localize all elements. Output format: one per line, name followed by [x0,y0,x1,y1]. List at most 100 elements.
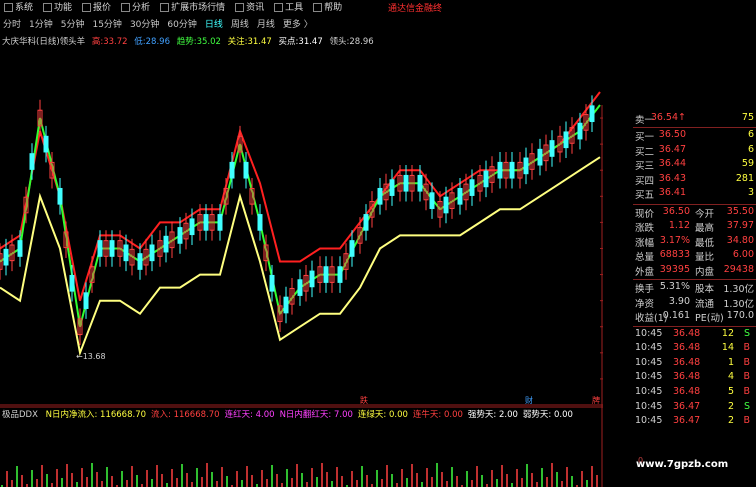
candle-body [177,227,183,244]
ddx-info-line: 极品DDX N日内净流入: 116668.70 流入: 116668.70 连红天:… [2,408,578,420]
menu-item-7[interactable]: 帮助 [313,0,342,13]
menu-item-label: 帮助 [324,3,343,13]
menu-item-label: 资讯 [246,3,265,13]
ddx-items: N日内净流入: 116668.70 流入: 116668.70 连红天: 4.00 N… [46,410,578,420]
candle-body [3,248,9,266]
menu-icon [82,3,92,12]
ddx-item-5: 连牛天: 0.00 [412,410,463,420]
tick-row: 10:45 36.48 14 B [633,342,756,357]
menu-bar: 系统 功能 报价 分析 扩展市场行情 资讯 工具 帮助 [0,0,430,13]
buy-price: 36.41 [658,187,686,198]
period-tab-6[interactable]: 日线 [205,17,223,30]
fin-label-2: 流通 [695,298,715,310]
tick-price: 36.48 [673,371,701,383]
stat-label-2: 今开 [695,208,715,220]
candle-body [497,161,503,179]
tick-flag: B [743,385,750,397]
menu-item-0[interactable]: 系统 [4,0,33,13]
candle-body [57,187,63,205]
tick-price: 36.47 [673,415,701,427]
tick-time: 10:45 [635,400,663,412]
tick-row: 10:45 36.48 12 S [633,328,756,343]
menu-icon [43,3,53,12]
candle-body [283,296,289,314]
menu-item-3[interactable]: 分析 [121,0,150,13]
low-price-marker: ←13.68 [76,352,106,361]
menu-icon [274,3,284,12]
buy-price: 36.43 [658,172,686,184]
divider [633,127,756,128]
fin-value: 3.90 [668,295,690,307]
stat-label: 涨幅 [635,237,655,249]
tick-time: 10:45 [635,371,663,383]
menu-item-label: 扩展市场行情 [171,3,226,13]
stat-value-2: 6.00 [732,249,754,260]
candle-body [297,279,303,296]
buy-label: 买一 [635,132,655,143]
chart-plot-area: 32.0030.0028.0026.0024.0022.0020.0018.00… [0,91,663,487]
tick-price: 36.47 [673,400,701,412]
period-tab-1[interactable]: 1分钟 [29,17,53,30]
stat-value: 68833 [659,249,690,260]
period-tab-9[interactable]: 更多 〉 [283,17,313,30]
candle-body [83,292,89,309]
ddx-item-1: 流入: 116668.70 [151,410,220,420]
tick-price: 36.48 [673,385,701,397]
candle-body [443,196,449,214]
candle-body [43,135,49,153]
period-tab-5[interactable]: 60分钟 [167,17,196,30]
period-tab-7[interactable]: 周线 [231,17,249,30]
stat-value-2: 37.97 [726,220,754,231]
candle-body [363,214,369,231]
tick-price: 36.48 [673,327,701,339]
fin-label-2: 股本 [695,284,715,295]
menu-item-4[interactable]: 扩展市场行情 [160,0,225,13]
buy-volume: 59 [741,158,754,169]
tick-price: 36.48 [673,356,701,368]
candle-body [69,274,75,292]
divider [633,325,756,327]
candle-body [403,174,409,192]
menu-icon [235,3,245,12]
menu-item-label: 功能 [54,3,73,13]
period-tab-4[interactable]: 30分钟 [130,17,159,30]
period-tab-3[interactable]: 15分钟 [92,17,121,30]
period-tab-0[interactable]: 分时 [3,17,21,30]
tick-row: 10:45 36.48 1 B [633,357,756,372]
ddx-item-4: 连绿天: 0.00 [357,410,408,420]
sell-row: 卖一 36.54↑ 75 [633,112,756,128]
fin-label-2: PE(动) [695,313,724,324]
fin-label: 换手 [635,284,655,295]
period-tabs: 分时 1分钟 5分钟 15分钟 30分钟 60分钟 日线 周线 月线 更多 〉 [0,16,313,30]
period-tab-8[interactable]: 月线 [257,17,275,30]
menu-icon [313,3,323,12]
period-tab-2[interactable]: 5分钟 [61,17,85,30]
sell-price: 36.54↑ [650,112,686,123]
menu-item-1[interactable]: 功能 [43,0,72,13]
menu-item-2[interactable]: 报价 [82,0,111,13]
stat-label: 现价 [635,208,655,220]
candle-body [549,140,555,157]
buy-volume: 6 [747,129,754,140]
fin-label: 净资 [635,298,655,310]
candle-body [137,253,143,270]
tick-flag: B [743,342,750,354]
menu-item-label: 系统 [15,3,34,13]
tick-price: 36.48 [673,342,701,354]
menu-item-6[interactable]: 工具 [274,0,303,13]
buy-price: 36.47 [658,143,686,155]
fin-value: 5.31% [659,281,690,292]
candle-body [217,214,223,231]
tick-volume: 14 [721,342,734,354]
stat-value-2: 35.50 [726,205,754,217]
fin-value-2: 1.30亿 [723,284,754,295]
menu-item-5[interactable]: 资讯 [235,0,264,13]
tick-flag: S [743,400,750,412]
stat-row: 外盘 39395 内盘 29438 [633,264,756,280]
menu-item-label: 工具 [285,3,304,13]
tick-time: 10:45 [635,342,663,354]
candle-body [523,157,529,175]
candle-body [429,192,435,209]
tick-flag: B [743,415,750,427]
sell-volume: 75 [741,112,754,123]
